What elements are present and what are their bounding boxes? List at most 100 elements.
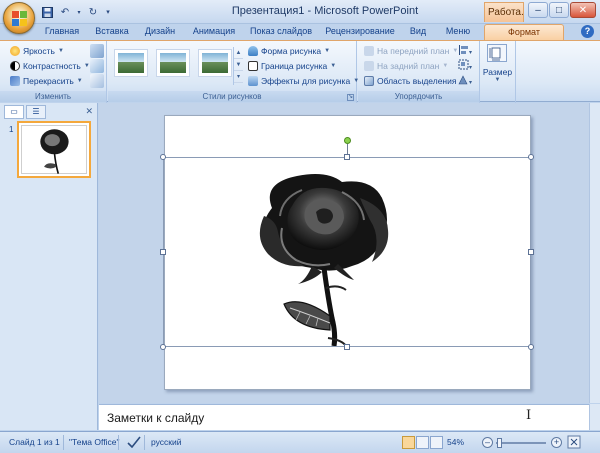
selection-pane-button[interactable]: Область выделения [364, 74, 456, 88]
resize-handle-top-left[interactable] [160, 154, 166, 160]
group-objects-icon[interactable]: ▾ [458, 59, 474, 73]
group-adjust-label: Изменить [0, 91, 106, 102]
tab-slideshow[interactable]: Показ слайдов [248, 26, 314, 36]
brightness-label: Яркость [23, 46, 55, 56]
zoom-in-icon[interactable]: + [551, 437, 562, 448]
picture-tools-context-title: Работа... [484, 2, 524, 22]
reset-picture-icon[interactable] [90, 74, 104, 88]
help-icon[interactable]: ? [581, 25, 594, 38]
svg-text:▾: ▾ [469, 65, 472, 71]
fit-to-window-icon[interactable] [567, 435, 581, 451]
normal-view-icon[interactable] [402, 436, 415, 449]
resize-handle-bottom-left[interactable] [160, 344, 166, 350]
notes-pane[interactable]: Заметки к слайду [99, 404, 589, 430]
language-indicator[interactable]: русский [151, 437, 182, 447]
save-icon[interactable] [40, 5, 54, 19]
outline-tab-icon[interactable]: ☰ [26, 105, 46, 119]
send-to-back-icon [364, 61, 374, 71]
tab-format[interactable]: Формат [484, 24, 564, 40]
scroll-down-icon[interactable]: ▼ [234, 59, 243, 71]
undo-icon[interactable]: ↶ [58, 5, 72, 19]
maximize-icon[interactable]: □ [549, 2, 569, 18]
resize-handle-left[interactable] [160, 249, 166, 255]
status-divider [118, 435, 119, 450]
minimize-icon[interactable]: – [528, 2, 548, 18]
notes-scrollbar[interactable] [589, 404, 600, 430]
office-logo-icon [12, 11, 27, 26]
picture-shape-icon [248, 46, 258, 56]
recolor-button[interactable]: Перекрасить ▼ [10, 74, 83, 88]
brightness-icon [10, 46, 20, 56]
tab-view[interactable]: Вид [406, 26, 430, 36]
tab-animation[interactable]: Анимация [188, 26, 240, 36]
undo-dropdown-icon[interactable]: ▾ [76, 5, 82, 19]
brightness-button[interactable]: Яркость ▼ [10, 44, 64, 58]
scroll-up-icon[interactable]: ▲ [234, 47, 243, 59]
slide-thumbnail-canvas [21, 125, 87, 174]
zoom-level[interactable]: 54% [447, 437, 464, 447]
recolor-label: Перекрасить [23, 76, 74, 86]
picture-shape-label: Форма рисунка [261, 46, 322, 56]
customize-toolbar-icon[interactable]: ▾ [104, 5, 112, 19]
group-adjust: Яркость ▼ Контрастность ▼ Перекрасить ▼ Изм… [0, 41, 107, 103]
close-icon[interactable]: ✕ [570, 2, 596, 18]
notes-placeholder: Заметки к слайду [107, 411, 205, 425]
resize-handle-top-right[interactable] [528, 154, 534, 160]
recolor-icon [10, 76, 20, 86]
resize-handle-bottom-right[interactable] [528, 344, 534, 350]
compress-pictures-icon[interactable] [90, 44, 104, 58]
office-button[interactable] [3, 2, 35, 34]
picture-effects-button[interactable]: Эффекты для рисунка ▼ [248, 74, 359, 88]
slide-thumbnail[interactable] [17, 121, 91, 178]
slides-tab-icon[interactable]: ▭ [4, 105, 24, 119]
rotate-icon[interactable]: ▾ [458, 74, 474, 88]
styles-gallery-scroll[interactable]: ▲ ▼ ▾ [233, 47, 243, 85]
picture-border-button[interactable]: Граница рисунка ▼ [248, 59, 336, 73]
redo-icon[interactable]: ↻ [86, 5, 100, 19]
picture-border-icon [248, 61, 258, 71]
resize-handle-top[interactable] [344, 154, 350, 160]
group-picture-styles: ▲ ▼ ▾ Форма рисунка ▼ Граница рисунка ▼ Эф… [108, 41, 359, 103]
slide-number: 1 [9, 125, 14, 134]
picture-border-label: Граница рисунка [261, 61, 328, 71]
window-controls: – □ ✕ [528, 2, 596, 18]
spelling-check-icon[interactable] [127, 436, 141, 450]
slide-show-view-icon[interactable] [430, 436, 443, 449]
status-divider [63, 435, 64, 450]
tab-review[interactable]: Рецензирование [322, 26, 398, 36]
tab-design[interactable]: Дизайн [140, 26, 180, 36]
contrast-label: Контрастность [23, 61, 81, 71]
zoom-slider-thumb[interactable] [497, 438, 502, 448]
tab-insert[interactable]: Вставка [90, 26, 134, 36]
zoom-slider-track[interactable] [496, 442, 546, 444]
close-pane-icon[interactable]: ✕ [85, 106, 93, 117]
theme-name[interactable]: "Тема Office" [69, 437, 119, 447]
send-to-back-label: На задний план [377, 61, 440, 71]
quick-access-toolbar: ↶ ▾ ↻ ▾ [40, 4, 112, 20]
resize-handle-right[interactable] [528, 249, 534, 255]
picture-style-2[interactable] [156, 49, 190, 77]
svg-text:▾: ▾ [469, 80, 472, 86]
bring-to-front-icon [364, 46, 374, 56]
picture-style-1[interactable] [114, 49, 148, 77]
send-to-back-button[interactable]: На задний план ▼ [364, 59, 448, 73]
size-dropdown-icon[interactable]: ▼ [481, 77, 514, 83]
zoom-out-icon[interactable]: – [482, 437, 493, 448]
vertical-scrollbar[interactable] [589, 103, 600, 403]
resize-handle-bottom[interactable] [344, 344, 350, 350]
tab-home[interactable]: Главная [42, 26, 82, 36]
align-icon[interactable]: ▾ [458, 44, 474, 58]
picture-shape-button[interactable]: Форма рисунка ▼ [248, 44, 330, 58]
tab-menu[interactable]: Меню [440, 26, 476, 36]
picture-styles-launcher-icon[interactable]: ↘ [347, 94, 354, 101]
change-picture-icon[interactable] [90, 59, 104, 73]
contrast-button[interactable]: Контрастность ▼ [10, 59, 90, 73]
slide-sorter-view-icon[interactable] [416, 436, 429, 449]
size-button[interactable]: Размер [481, 67, 514, 77]
bring-to-front-button[interactable]: На передний план ▼ [364, 44, 458, 58]
group-picture-styles-label: Стили рисунков [108, 91, 356, 102]
picture-style-3[interactable] [198, 49, 232, 77]
rotation-handle[interactable] [344, 137, 351, 144]
svg-text:▾: ▾ [469, 50, 472, 56]
gallery-more-icon[interactable]: ▾ [234, 71, 243, 83]
